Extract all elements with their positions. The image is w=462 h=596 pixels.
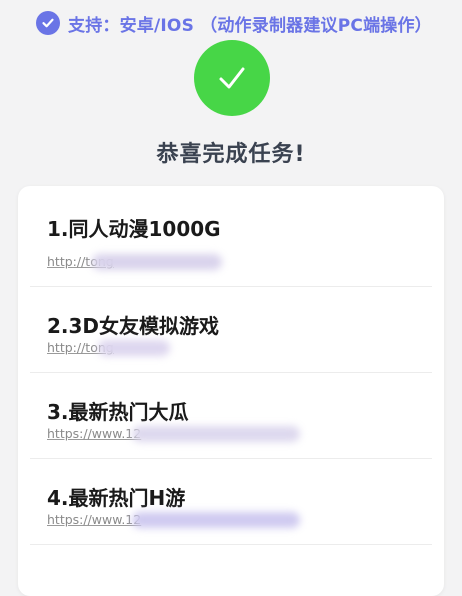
redaction-blur [98, 340, 170, 356]
item-title: 1.同人动漫1000G [47, 217, 221, 241]
checkmark-icon [219, 67, 245, 89]
item-link[interactable]: https://www.12 [47, 426, 141, 441]
redaction-blur [132, 426, 300, 442]
item-title: 2.3D女友模拟游戏 [47, 314, 220, 338]
list-item[interactable]: 2.3D女友模拟游戏 http://tong [30, 286, 432, 373]
list-item[interactable]: 1.同人动漫1000G http://tong [30, 186, 432, 287]
success-title: 恭喜完成任务! [156, 142, 306, 167]
support-banner: 支持：安卓/IOS （动作录制器建议PC端操作） [36, 10, 432, 36]
list-item[interactable]: 4.最新热门H游 https://www.12 [30, 458, 432, 545]
list-item[interactable]: 3.最新热门大瓜 https://www.12 [30, 372, 432, 459]
redaction-blur [92, 254, 222, 270]
success-check-badge [194, 40, 270, 116]
item-link[interactable]: https://www.12 [47, 512, 141, 527]
item-title: 4.最新热门H游 [47, 486, 186, 510]
check-circle-icon [36, 11, 60, 35]
item-title: 3.最新热门大瓜 [47, 400, 189, 424]
support-text: 支持：安卓/IOS （动作录制器建议PC端操作） [68, 15, 432, 36]
redaction-blur [132, 512, 300, 528]
task-link-card: 1.同人动漫1000G http://tong 2.3D女友模拟游戏 http:… [18, 186, 444, 596]
